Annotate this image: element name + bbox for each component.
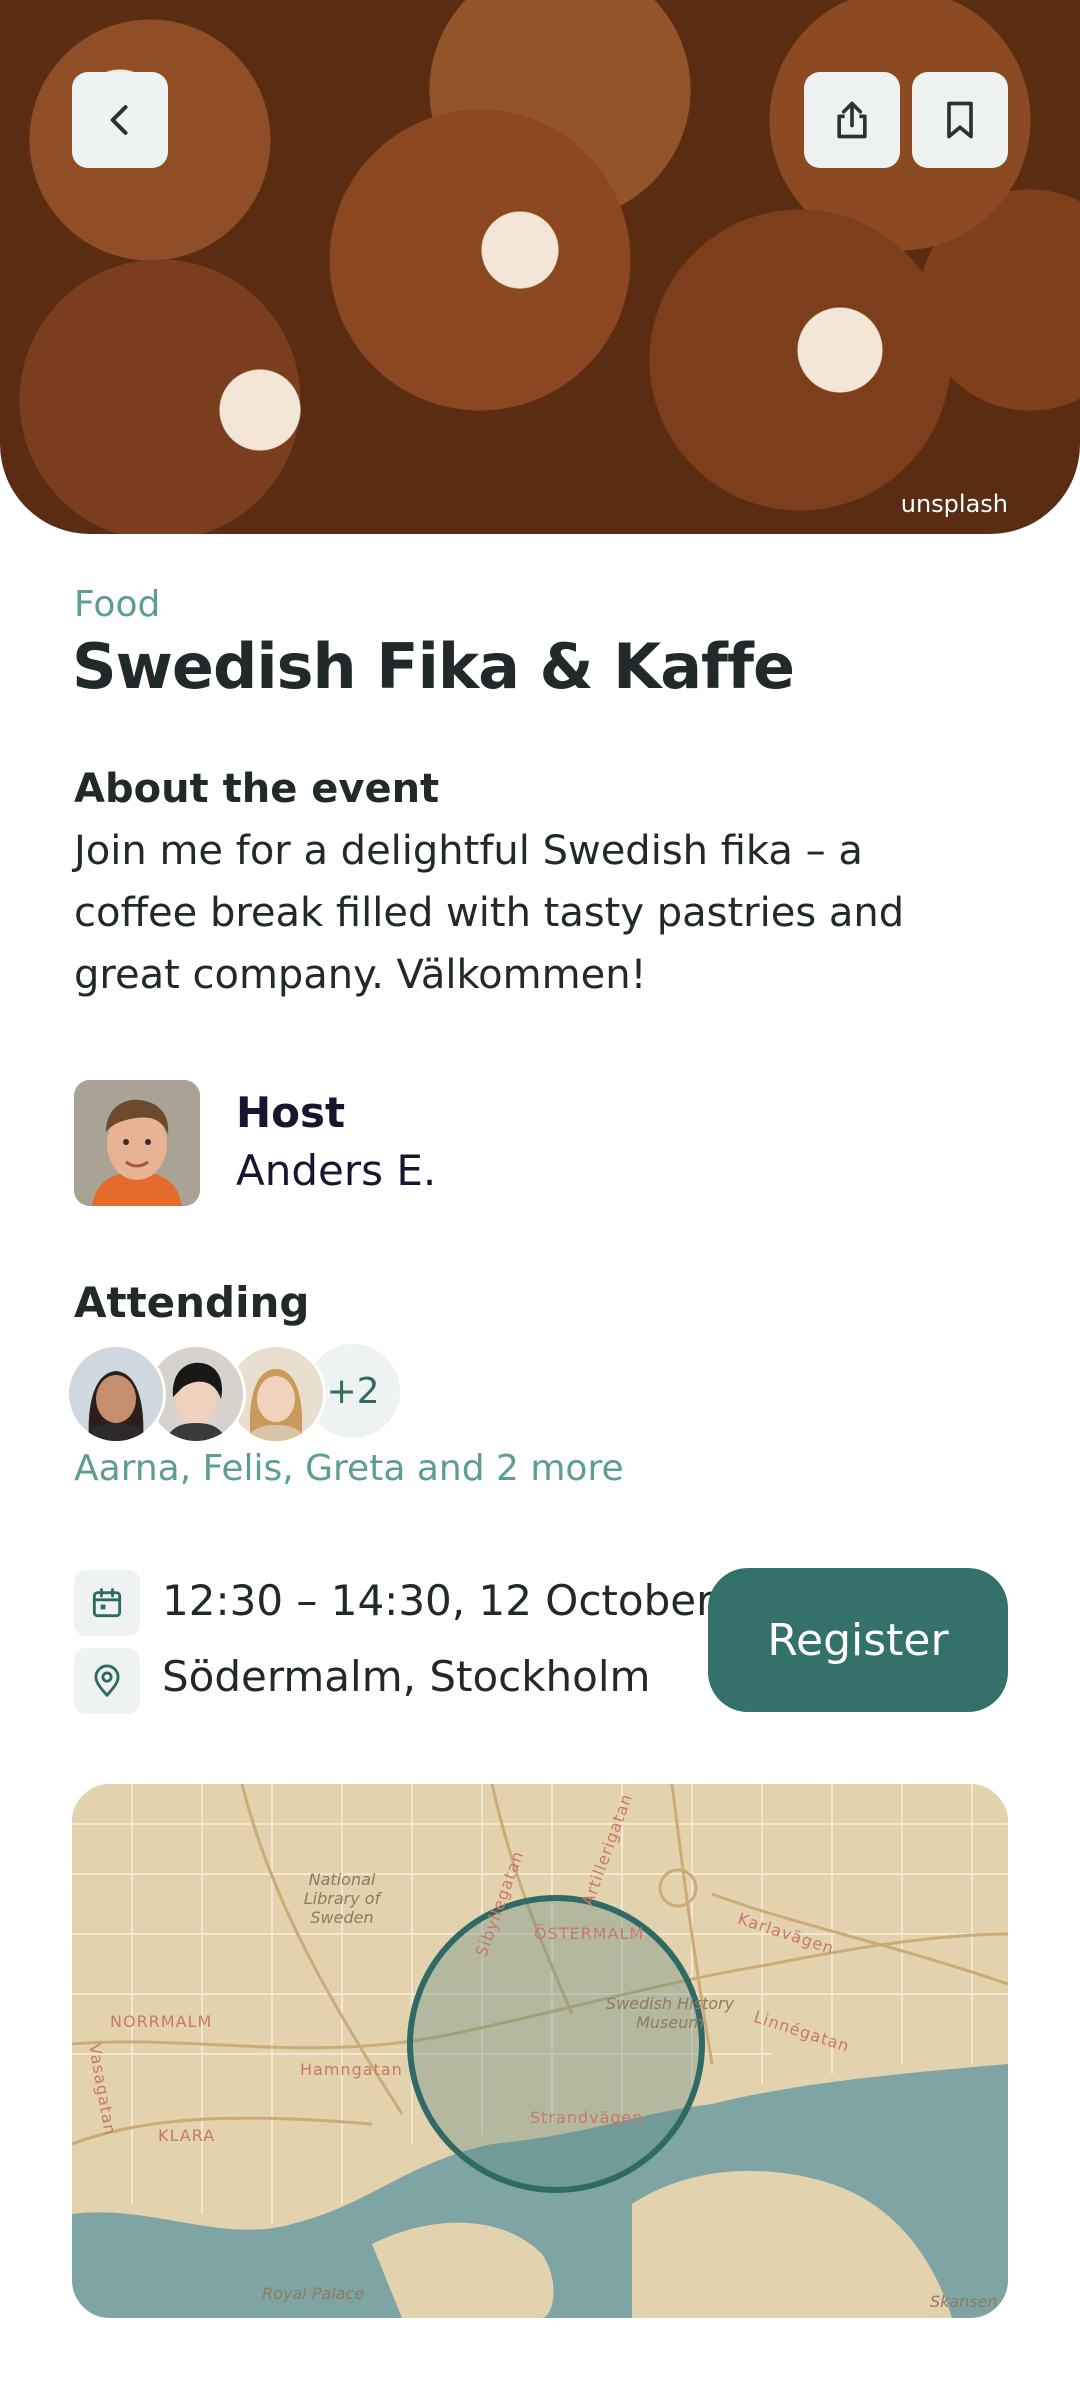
attendee-avatar[interactable] bbox=[66, 1344, 166, 1444]
host-avatar[interactable] bbox=[74, 1080, 200, 1206]
map-label: NORRMALM bbox=[110, 2012, 213, 2031]
map-label: Royal Palace bbox=[262, 2284, 365, 2303]
event-location: Södermalm, Stockholm bbox=[162, 1652, 651, 1701]
attendees-summary[interactable]: Aarna, Felis, Greta and 2 more bbox=[74, 1448, 624, 1489]
map-label: Swedish History Museum bbox=[605, 1994, 735, 2032]
register-button[interactable]: Register bbox=[708, 1568, 1008, 1712]
chevron-left-icon bbox=[110, 105, 128, 135]
attending-heading: Attending bbox=[74, 1278, 310, 1327]
hero-image: unsplash bbox=[0, 0, 1080, 534]
event-category: Food bbox=[74, 584, 161, 625]
about-heading: About the event bbox=[74, 766, 440, 812]
host-label: Host bbox=[236, 1088, 346, 1137]
map-label: ÖSTERMALM bbox=[534, 1924, 645, 1943]
location-map[interactable]: National Library of Sweden ÖSTERMALM NOR… bbox=[72, 1784, 1008, 2318]
host-name[interactable]: Anders E. bbox=[236, 1146, 436, 1195]
map-label: Hamngatan bbox=[300, 2060, 403, 2079]
location-pin-icon bbox=[74, 1648, 140, 1714]
bookmark-icon bbox=[947, 101, 973, 139]
map-label: Skansen bbox=[930, 2292, 998, 2311]
map-canvas bbox=[72, 1784, 1008, 2318]
event-title: Swedish Fika & Kaffe bbox=[72, 630, 795, 703]
share-icon bbox=[837, 101, 867, 139]
back-button[interactable] bbox=[72, 72, 168, 168]
event-time: 12:30 – 14:30, 12 October bbox=[162, 1576, 714, 1625]
map-label: National Library of Sweden bbox=[303, 1870, 381, 1927]
share-button[interactable] bbox=[804, 72, 900, 168]
map-label: KLARA bbox=[158, 2126, 216, 2145]
about-text: Join me for a delightful Swedish fika – … bbox=[74, 828, 905, 998]
calendar-icon bbox=[74, 1570, 140, 1636]
photo-credit[interactable]: unsplash bbox=[901, 490, 1008, 518]
map-label: Strandvägen bbox=[530, 2108, 644, 2127]
bookmark-button[interactable] bbox=[912, 72, 1008, 168]
